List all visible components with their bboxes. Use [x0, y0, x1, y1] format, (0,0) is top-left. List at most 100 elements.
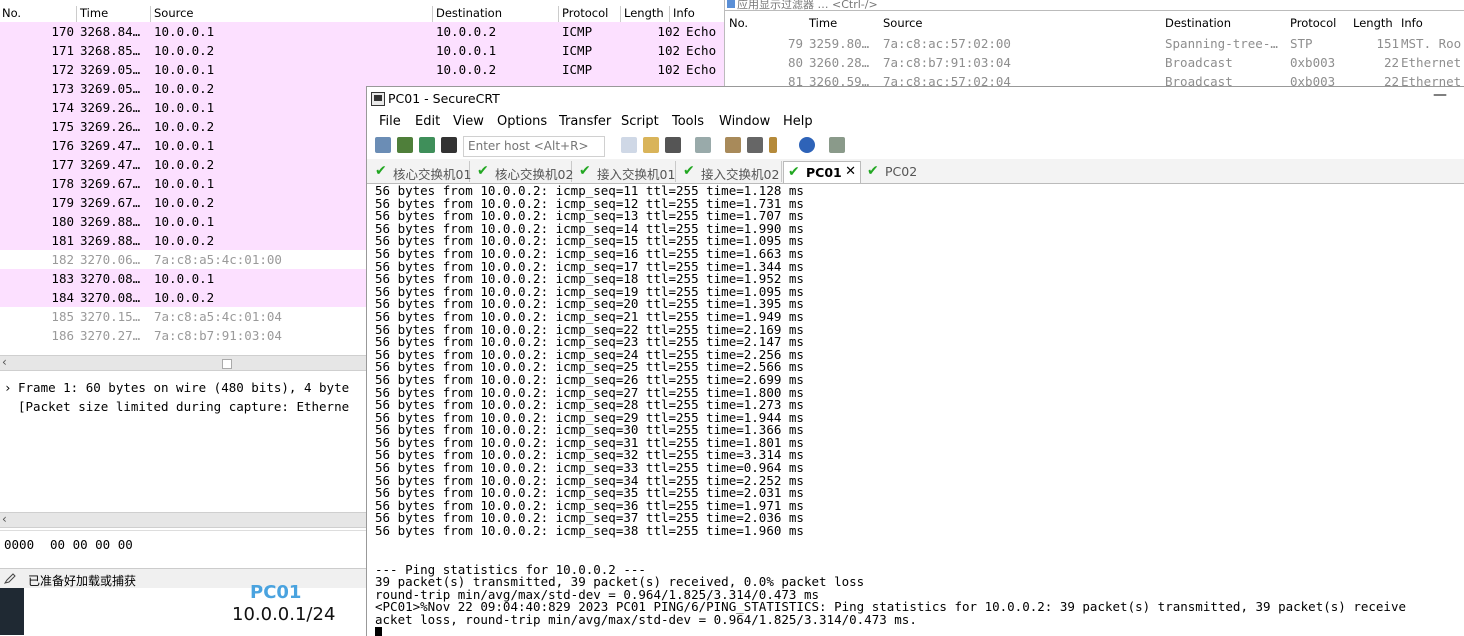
sftp-icon[interactable] — [829, 137, 845, 153]
host-field[interactable] — [463, 136, 605, 157]
connected-check-icon: ✔ — [683, 163, 695, 179]
toolbar — [367, 133, 1464, 159]
topology-pc-label: PC01 — [250, 582, 302, 603]
menu-window[interactable]: Window — [719, 114, 770, 129]
packet-row[interactable]: 170 3268.84… 10.0.0.1 10.0.0.2 ICMP 102 Echo (… — [0, 22, 739, 41]
close-tab-icon[interactable]: ✕ — [845, 164, 856, 179]
scroll-left-icon[interactable]: ‹ — [2, 355, 7, 369]
packet-number: 179 — [51, 195, 74, 210]
tab-core-switch-01[interactable]: ✔ 核心交换机01 — [371, 161, 471, 182]
reconnect-icon[interactable] — [419, 137, 435, 153]
disconnect-icon[interactable] — [441, 137, 457, 153]
packet-info: Ethernet — [1401, 55, 1462, 70]
column-source[interactable]: Source — [883, 16, 923, 30]
topology-view: PC01 10.0.0.1/24 — [0, 582, 366, 635]
global-options-icon[interactable] — [747, 137, 763, 153]
title-bar[interactable]: PC01 - SecureCRT — — [367, 87, 1464, 110]
menu-transfer[interactable]: Transfer — [559, 114, 611, 129]
packet-number: 182 — [51, 252, 74, 267]
packet-protocol: ICMP — [562, 62, 593, 77]
packet-number: 174 — [51, 100, 74, 115]
packet-source: 7a:c8:a5:4c:01:04 — [154, 309, 282, 324]
ping-statistics: --- Ping statistics for 10.0.0.2 --- 39 p… — [375, 551, 1406, 636]
copy-icon[interactable] — [621, 137, 637, 153]
packet-source: 10.0.0.2 — [154, 233, 215, 248]
tab-pc02[interactable]: ✔ PC02 — [863, 161, 923, 182]
terminal-left-margin — [368, 185, 374, 636]
column-protocol[interactable]: Protocol — [562, 6, 608, 20]
menu-help[interactable]: Help — [783, 114, 813, 129]
packet-row[interactable]: 80 3260.28… 7a:c8:b7:91:03:04 Broadcast 0xb0… — [725, 53, 1464, 72]
column-no[interactable]: No. — [729, 16, 748, 30]
tree-expand-icon[interactable]: › — [4, 380, 12, 395]
packet-number: 181 — [51, 233, 74, 248]
menu-options[interactable]: Options — [497, 114, 547, 129]
column-length[interactable]: Length — [1353, 16, 1393, 30]
tab-pc01[interactable]: ✔ PC01 ✕ — [783, 161, 861, 183]
host-input[interactable] — [464, 137, 598, 154]
app-icon[interactable] — [371, 92, 385, 106]
column-info[interactable]: Info — [1401, 16, 1423, 30]
packet-source: 10.0.0.2 — [154, 43, 215, 58]
key-icon[interactable] — [769, 137, 777, 153]
packet-source: 10.0.0.1 — [154, 138, 215, 153]
wireshark-second-window: 应用显示过滤器 … <Ctrl-/> No. Time Source Desti… — [724, 0, 1464, 90]
detail-packet-size-line[interactable]: [Packet size limited during capture: Eth… — [18, 399, 349, 414]
terminal-output[interactable]: 56 bytes from 10.0.0.2: icmp_seq=11 ttl=… — [375, 185, 1464, 636]
menu-edit[interactable]: Edit — [415, 114, 440, 129]
display-filter-input[interactable]: 应用显示过滤器 … <Ctrl-/> — [737, 0, 878, 10]
packet-source: 10.0.0.2 — [154, 81, 215, 96]
edit-comment-icon[interactable] — [4, 572, 16, 584]
menu-view[interactable]: View — [453, 114, 484, 129]
packet-number: 176 — [51, 138, 74, 153]
packet-number: 180 — [51, 214, 74, 229]
menu-script[interactable]: Script — [621, 114, 659, 129]
tab-core-switch-02[interactable]: ✔ 核心交换机02 — [473, 161, 573, 182]
detail-frame-line[interactable]: Frame 1: 60 bytes on wire (480 bits), 4 … — [18, 380, 349, 395]
quick-connect-icon[interactable] — [397, 137, 413, 153]
packet-time: 3270.08… — [80, 290, 141, 305]
minimize-icon[interactable]: — — [1433, 87, 1447, 103]
column-destination[interactable]: Destination — [436, 6, 502, 20]
detail-hscrollbar[interactable]: ‹ — [0, 512, 366, 528]
topology-sidebar — [0, 588, 24, 635]
packet-row[interactable]: 171 3268.85… 10.0.0.2 10.0.0.1 ICMP 102 Echo (… — [0, 41, 739, 60]
packet-list-header: No. Time Source Destination Protocol Len… — [0, 4, 724, 23]
packet-source: 10.0.0.1 — [154, 100, 215, 115]
find-icon[interactable] — [665, 137, 681, 153]
session-options-icon[interactable] — [725, 137, 741, 153]
tab-access-switch-02[interactable]: ✔ 接入交换机02 — [679, 161, 782, 182]
packet-source: 10.0.0.1 — [154, 214, 215, 229]
scroll-left-icon[interactable]: ‹ — [2, 512, 7, 526]
packet-number: 177 — [51, 157, 74, 172]
packet-length: 151 — [1376, 36, 1399, 51]
paste-icon[interactable] — [643, 137, 659, 153]
packet-time: 3270.08… — [80, 271, 141, 286]
bookmark-icon[interactable] — [727, 0, 735, 8]
column-info[interactable]: Info — [673, 6, 695, 20]
column-length[interactable]: Length — [624, 6, 664, 20]
scroll-thumb[interactable] — [222, 359, 232, 369]
column-protocol[interactable]: Protocol — [1290, 16, 1336, 30]
status-bar: 已准备好加载或捕获 — [0, 568, 366, 589]
packet-protocol: ICMP — [562, 24, 593, 39]
packet-list-hscrollbar[interactable]: ‹ — [0, 355, 366, 371]
bytes-hex[interactable]: 00 00 00 00 — [50, 537, 133, 552]
column-time[interactable]: Time — [809, 16, 837, 30]
display-filter-bar[interactable]: 应用显示过滤器 … <Ctrl-/> — [725, 0, 1464, 11]
packet-row[interactable]: 172 3269.05… 10.0.0.1 10.0.0.2 ICMP 102 Echo (… — [0, 60, 739, 79]
tab-access-switch-01[interactable]: ✔ 接入交换机01 — [575, 161, 676, 182]
connect-icon[interactable] — [375, 137, 391, 153]
tab-label: 接入交换机02 — [701, 167, 780, 182]
menu-tools[interactable]: Tools — [672, 114, 704, 129]
packet-time: 3269.67… — [80, 195, 141, 210]
column-source[interactable]: Source — [154, 6, 194, 20]
packet-length: 102 — [657, 62, 680, 77]
column-no[interactable]: No. — [2, 6, 21, 20]
column-destination[interactable]: Destination — [1165, 16, 1231, 30]
menu-file[interactable]: File — [379, 114, 401, 129]
column-time[interactable]: Time — [80, 6, 108, 20]
help-icon[interactable] — [799, 137, 815, 153]
packet-row[interactable]: 79 3259.80… 7a:c8:ac:57:02:00 Spanning-tree… — [725, 34, 1464, 53]
print-icon[interactable] — [695, 137, 711, 153]
